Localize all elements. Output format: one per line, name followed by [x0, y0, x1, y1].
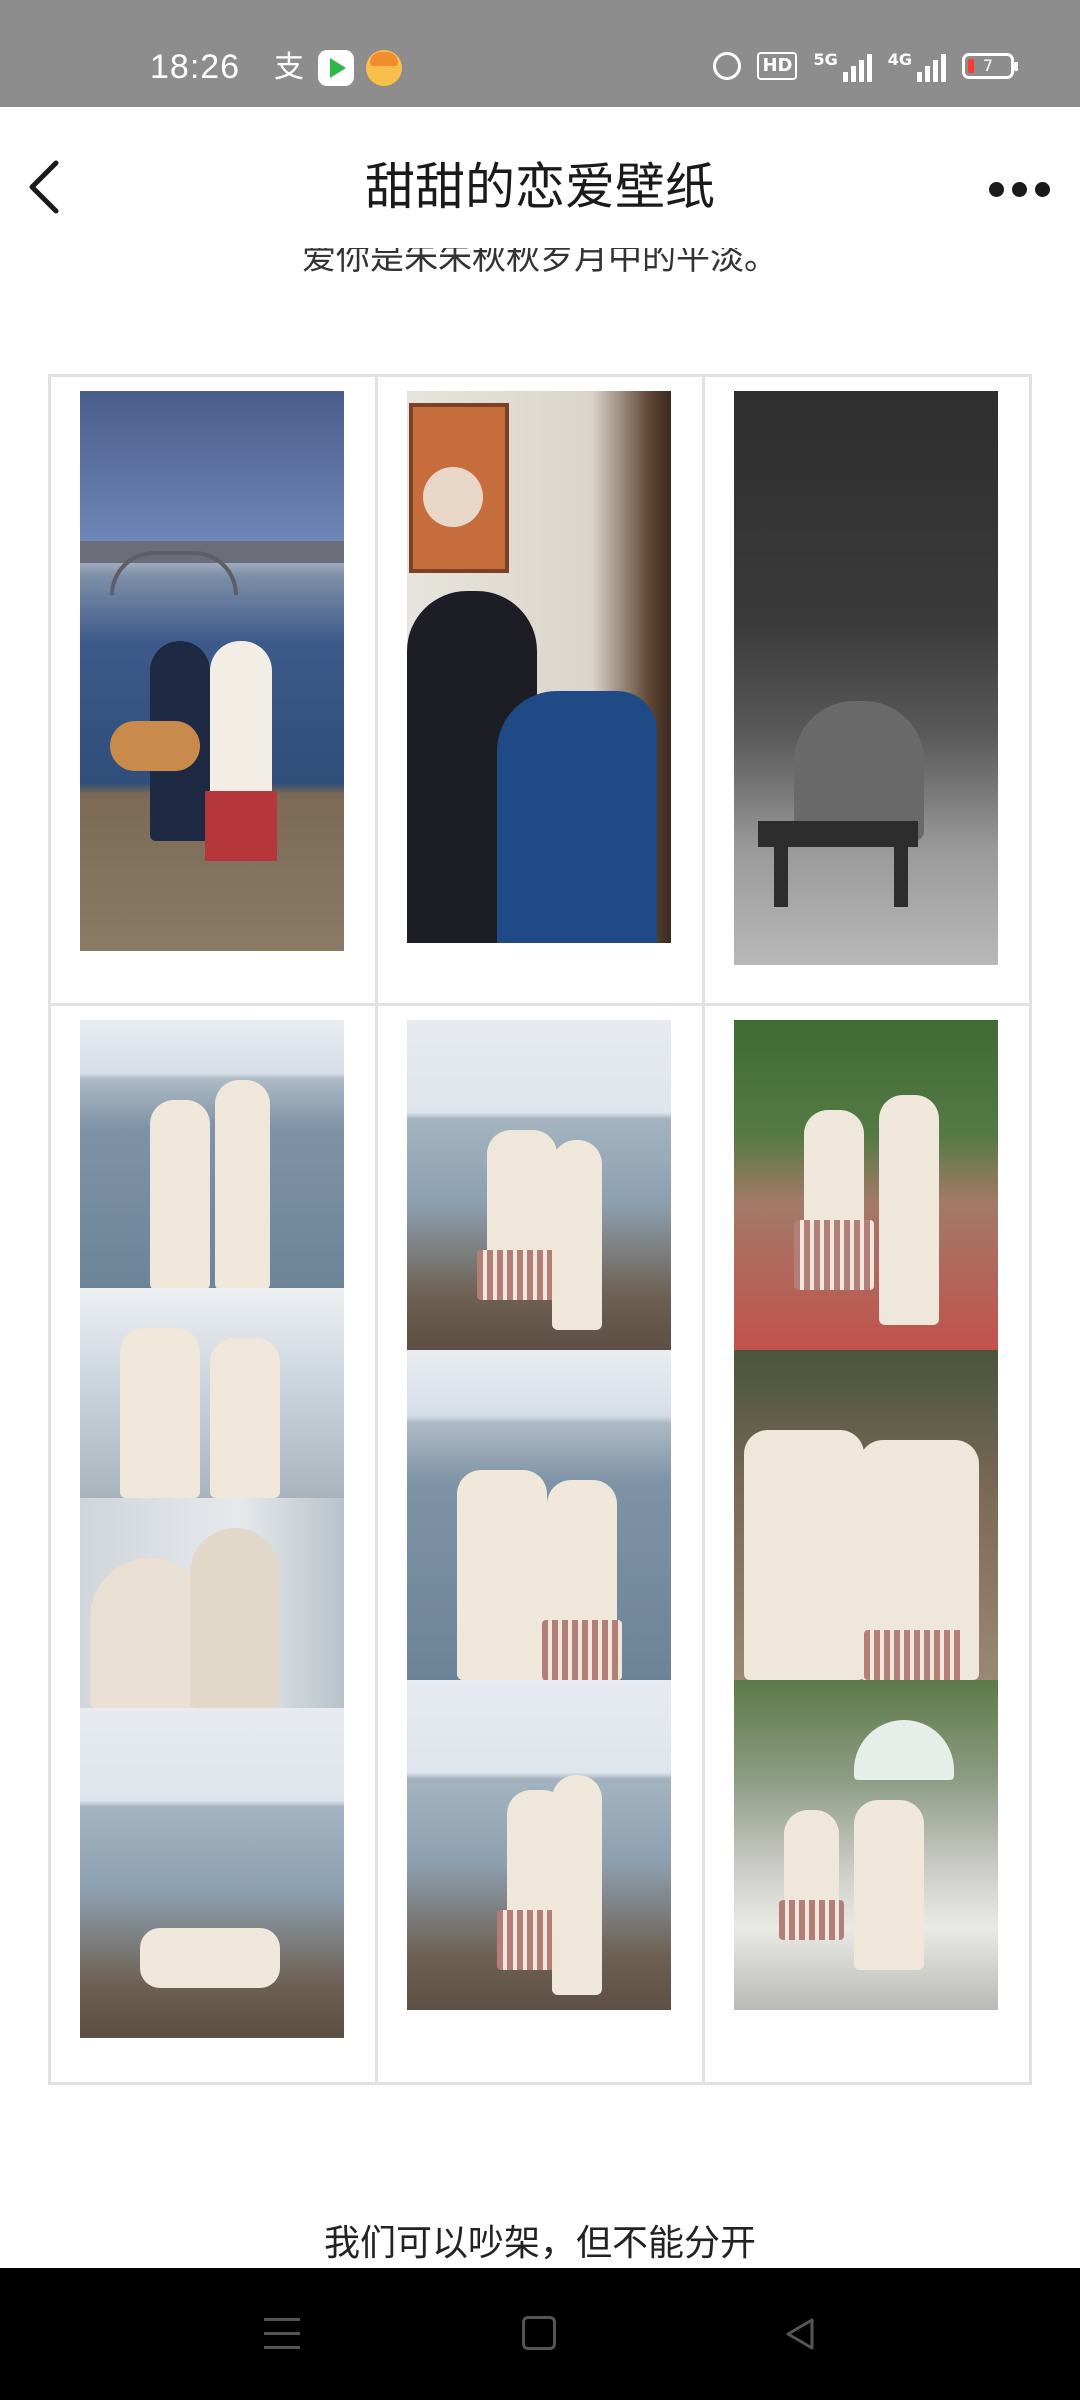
battery-icon: 7: [962, 53, 1018, 79]
page-title: 甜甜的恋爱壁纸: [365, 158, 715, 216]
signal-5g-icon: 5G: [813, 50, 872, 82]
status-notification-icons: 支: [272, 50, 402, 86]
article-text-clipped: 爱你是朱朱秋秋岁月中的平淡。: [302, 248, 778, 278]
alarm-icon: [713, 52, 742, 80]
couple-river-dogs-photo[interactable]: [80, 391, 344, 951]
wallpaper-row: [51, 377, 1029, 1006]
wallpaper-cell: [378, 1006, 705, 2082]
wallpaper-cell: [378, 377, 705, 1003]
wallpaper-cell: [51, 1006, 378, 2082]
system-nav-bar: [0, 2268, 1080, 2400]
article-caption: 我们可以吵架，但不能分开: [323, 2223, 756, 2264]
couple-bench-bw-photo[interactable]: [734, 391, 998, 965]
status-time: 18:26: [150, 48, 241, 86]
couple-street-collage-photo[interactable]: [734, 1020, 998, 2010]
alipay-icon: 支: [274, 50, 304, 85]
couple-lakeside-pose-collage-photo[interactable]: [407, 1020, 671, 2010]
signal-5g-label: 5G: [813, 50, 838, 69]
home-icon[interactable]: [522, 2316, 556, 2350]
battery-level: 7: [982, 56, 994, 75]
wallpaper-cell: [705, 1006, 1029, 2082]
more-options-button[interactable]: [984, 169, 1054, 209]
status-system-icons: HD 5G 4G 7: [713, 50, 1018, 82]
wallpaper-row: [51, 1006, 1029, 2082]
wallpaper-cell: [51, 377, 378, 1003]
couple-room-vintage-photo[interactable]: [407, 391, 671, 943]
couple-riverside-collage-photo[interactable]: [80, 1020, 344, 2038]
hd-icon: HD: [757, 52, 798, 80]
signal-4g-label: 4G: [887, 50, 912, 69]
status-bar: 18:26 支 HD 5G 4G 7: [0, 0, 1080, 107]
app-header: 甜甜的恋爱壁纸: [0, 107, 1080, 257]
wallpaper-cell: [705, 377, 1029, 1003]
wallpaper-grid: [48, 374, 1032, 2085]
game-app-icon: [366, 50, 402, 86]
menu-icon[interactable]: [264, 2318, 300, 2350]
more-horizontal-icon: [988, 181, 1004, 197]
video-app-icon: [318, 50, 354, 86]
back-triangle-icon[interactable]: [780, 2314, 820, 2354]
signal-4g-icon: 4G: [888, 50, 946, 82]
